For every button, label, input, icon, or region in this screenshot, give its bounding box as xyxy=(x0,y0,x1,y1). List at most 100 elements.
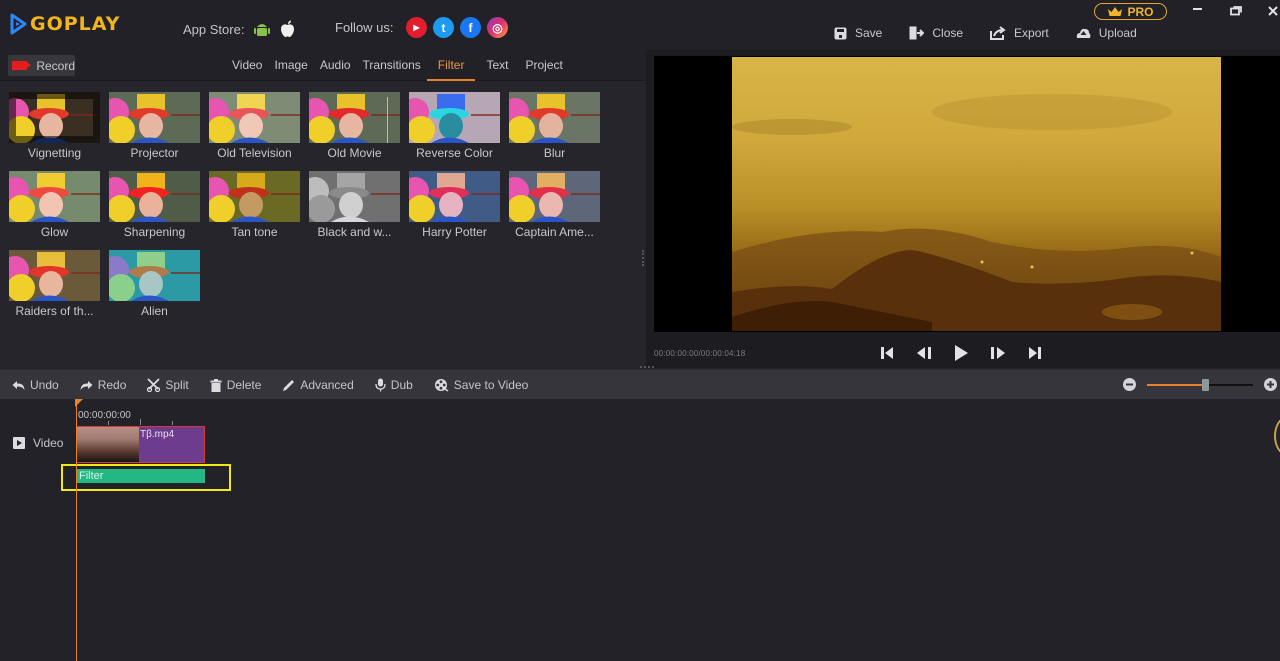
redo-button[interactable]: Redo xyxy=(80,378,127,392)
preview-screen xyxy=(654,56,1280,332)
video-clip[interactable]: Tβ.mp4 xyxy=(76,426,205,463)
filter-item[interactable]: Old Movie xyxy=(309,92,400,171)
filter-item[interactable]: Old Television xyxy=(209,92,300,171)
filter-item[interactable]: Black and w... xyxy=(309,171,400,250)
filter-name: Sharpening xyxy=(123,225,186,239)
goplay-logo: GOPLAY xyxy=(9,13,120,35)
filter-item[interactable]: Raiders of th... xyxy=(9,250,100,329)
filter-name: Projector xyxy=(130,146,179,160)
advanced-label: Advanced xyxy=(300,378,354,392)
filter-item[interactable]: Reverse Color xyxy=(409,92,500,171)
media-library-panel: Record Video Image Audio Transitions Fil… xyxy=(0,50,646,368)
video-track-icon xyxy=(13,437,25,449)
close-window-button[interactable] xyxy=(1268,3,1278,19)
filter-name: Alien xyxy=(141,304,168,318)
tab-image[interactable]: Image xyxy=(268,50,313,81)
filter-name: Old Movie xyxy=(327,146,382,160)
tab-project[interactable]: Project xyxy=(519,50,568,81)
step-back-button[interactable] xyxy=(914,344,934,362)
skip-to-start-icon xyxy=(881,347,893,359)
upload-button[interactable]: Upload xyxy=(1076,26,1137,40)
play-button[interactable] xyxy=(951,342,971,364)
filter-thumbnail xyxy=(509,171,600,222)
record-button[interactable]: Record xyxy=(8,55,75,76)
filter-name: Reverse Color xyxy=(416,146,493,160)
delete-label: Delete xyxy=(226,378,262,392)
app-store-section: App Store: xyxy=(183,20,295,38)
redo-icon xyxy=(80,380,93,390)
filter-item[interactable]: Sharpening xyxy=(109,171,200,250)
filter-item[interactable]: Captain Ame... xyxy=(509,171,600,250)
delete-button[interactable]: Delete xyxy=(210,378,262,392)
playhead-line[interactable] xyxy=(76,399,77,661)
tab-video[interactable]: Video xyxy=(226,50,268,81)
record-label: Record xyxy=(36,58,75,73)
redo-label: Redo xyxy=(97,378,127,392)
pro-label: PRO xyxy=(1127,4,1154,19)
export-button[interactable]: Export xyxy=(990,26,1049,40)
twitter-icon[interactable]: t xyxy=(433,17,454,38)
filter-thumbnail xyxy=(9,171,100,222)
filter-name: Black and w... xyxy=(317,225,392,239)
filter-item[interactable]: Harry Potter xyxy=(409,171,500,250)
timeline: 00:00:00:00 Video Tβ.mp4 Filter xyxy=(0,399,1280,661)
undo-button[interactable]: Undo xyxy=(12,378,59,392)
restore-button[interactable] xyxy=(1230,3,1242,19)
advanced-button[interactable]: Advanced xyxy=(282,378,354,392)
skip-to-end-button[interactable] xyxy=(1025,344,1045,362)
split-label: Split xyxy=(165,378,189,392)
filter-item[interactable]: Tan tone xyxy=(209,171,300,250)
filter-thumbnail xyxy=(109,92,200,143)
video-track-label: Video xyxy=(13,436,63,450)
zoom-slider-thumb[interactable] xyxy=(1202,378,1210,391)
facebook-icon[interactable]: f xyxy=(460,17,481,38)
playhead-handle[interactable] xyxy=(75,399,83,407)
save-button[interactable]: Save xyxy=(834,26,882,40)
dub-label: Dub xyxy=(390,378,413,392)
zoom-slider-track[interactable] xyxy=(1147,378,1253,391)
timeline-resize-handle[interactable] xyxy=(640,366,654,368)
save-to-video-button[interactable]: Save to Video xyxy=(434,378,528,393)
filter-item[interactable]: Vignetting xyxy=(9,92,100,171)
tab-transitions[interactable]: Transitions xyxy=(357,50,427,81)
minimize-button[interactable] xyxy=(1193,1,1203,17)
split-button[interactable]: Split xyxy=(147,378,189,392)
exit-icon xyxy=(909,26,925,40)
filter-item[interactable]: Alien xyxy=(109,250,200,329)
close-project-button[interactable]: Close xyxy=(909,26,963,40)
step-back-icon xyxy=(917,347,931,359)
edit-tools: Undo Redo Split Delete Advanced Dub Save… xyxy=(12,370,549,400)
zoom-in-button[interactable] xyxy=(1264,378,1277,391)
step-forward-button[interactable] xyxy=(988,344,1008,362)
filter-item[interactable]: Blur xyxy=(509,92,600,171)
dub-button[interactable]: Dub xyxy=(375,378,413,392)
zoom-out-button[interactable] xyxy=(1123,378,1136,391)
filter-name: Tan tone xyxy=(231,225,278,239)
pro-badge[interactable]: PRO xyxy=(1094,3,1167,20)
tab-text[interactable]: Text xyxy=(475,50,519,81)
android-icon[interactable] xyxy=(254,20,271,38)
filter-thumbnail xyxy=(109,171,200,222)
filter-item[interactable]: Projector xyxy=(109,92,200,171)
apple-icon[interactable] xyxy=(280,20,295,38)
ruler-tick xyxy=(140,419,141,425)
undo-icon xyxy=(12,380,25,390)
youtube-icon[interactable]: ▶ xyxy=(406,17,427,38)
microphone-icon xyxy=(375,378,386,392)
undo-label: Undo xyxy=(30,378,59,392)
panel-resize-handle[interactable] xyxy=(642,250,644,266)
minimize-icon xyxy=(1193,8,1202,10)
youtube-glyph: ▶ xyxy=(413,23,420,32)
filter-thumbnail xyxy=(509,92,600,143)
instagram-icon[interactable]: ◎ xyxy=(487,17,508,38)
filter-thumbnail xyxy=(9,92,100,143)
filter-item[interactable]: Glow xyxy=(9,171,100,250)
camera-icon xyxy=(12,61,32,70)
ruler-tick xyxy=(108,421,109,425)
project-actions: Save Close Export Upload xyxy=(834,26,1164,40)
step-forward-icon xyxy=(991,347,1005,359)
skip-to-start-button[interactable] xyxy=(877,344,897,362)
tab-audio[interactable]: Audio xyxy=(314,50,357,81)
facebook-glyph: f xyxy=(468,20,473,35)
tab-filter[interactable]: Filter xyxy=(426,50,476,81)
